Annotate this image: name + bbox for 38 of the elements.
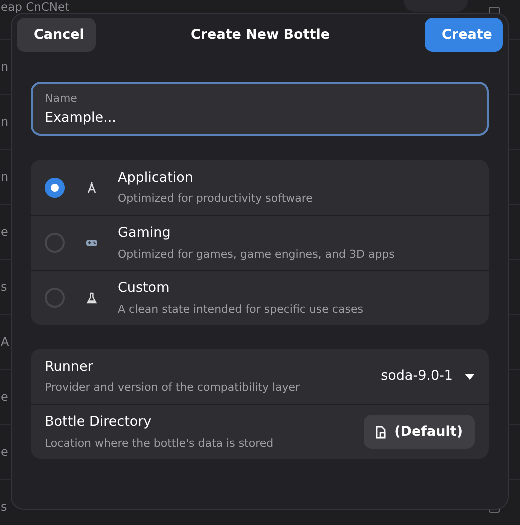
setting-title: Bottle Directory (45, 413, 153, 432)
option-row[interactable]: Gaming Optimized for games, game engines, and 3D apps (31, 215, 489, 270)
radio-button[interactable] (45, 233, 65, 253)
compass-icon (86, 181, 98, 194)
dialog-title: Create New Bottle (190, 26, 330, 45)
name-field[interactable]: Name Example... (31, 82, 489, 136)
setting-title: Runner (45, 358, 94, 376)
list-item-text: s (1, 279, 8, 296)
caret-icon (465, 374, 475, 380)
option-title: Application (118, 168, 194, 188)
flask-icon (86, 292, 98, 304)
runner-dropdown[interactable]: soda-9.0-1 (381, 362, 475, 391)
list-item-text: n (1, 114, 9, 131)
document-icon (376, 426, 387, 438)
option-title: Gaming (118, 224, 172, 243)
option-description: Optimized for games, game engines, and 3D apps (118, 246, 395, 262)
name-input[interactable]: Example... (45, 108, 475, 128)
list-item-text: n (1, 169, 9, 186)
list-item-text: eap CnCNet (1, 0, 70, 16)
option-row[interactable]: Custom A clean state intended for specific use cases (31, 270, 489, 325)
radio-button[interactable] (45, 178, 65, 198)
list-item-text: s (1, 499, 8, 516)
radio-button[interactable] (45, 288, 65, 308)
create-button[interactable]: Create (425, 18, 503, 52)
list-item-text: e (1, 389, 8, 406)
setting-description: Provider and version of the compatibility layer (45, 380, 300, 396)
list-item-text: e (1, 444, 8, 461)
setting-description: Location where the bottle's data is stored (45, 436, 274, 452)
list-item-text: e (1, 224, 8, 241)
option-description: Optimized for productivity software (118, 191, 313, 207)
list-item-text: A (1, 334, 10, 351)
list-item-text: n (1, 59, 9, 76)
option-row[interactable]: Application Optimized for productivity software (31, 160, 489, 215)
option-description: A clean state intended for specific use cases (118, 302, 364, 318)
directory-button[interactable]: (Default) (364, 415, 475, 449)
cancel-button[interactable]: Cancel (17, 18, 96, 52)
option-title: Custom (118, 279, 171, 298)
field-label: Name (45, 91, 78, 107)
